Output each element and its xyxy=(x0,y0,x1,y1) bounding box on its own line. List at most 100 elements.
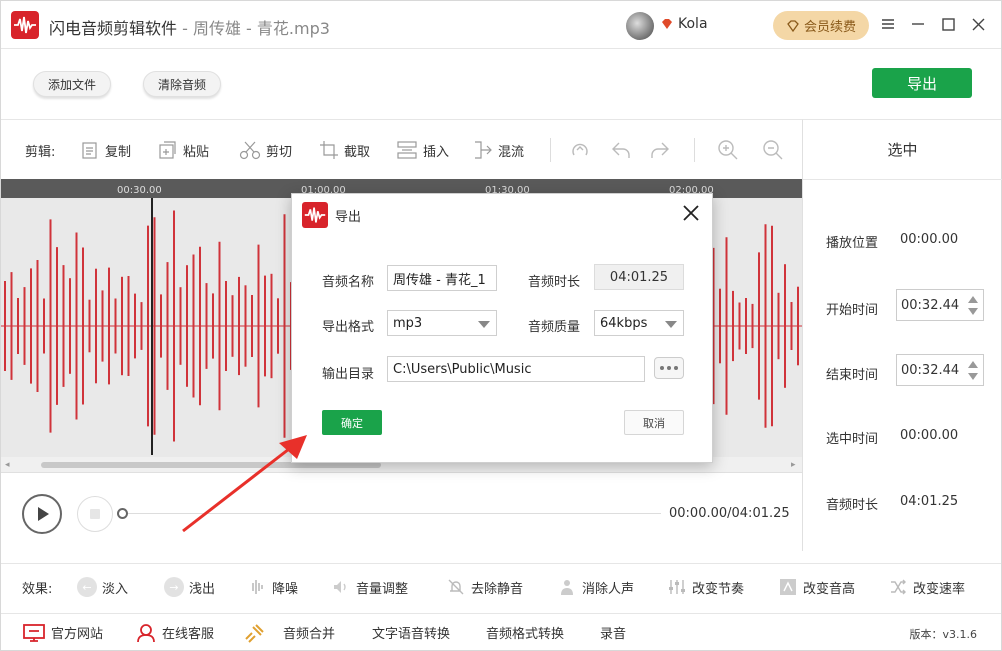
dot-icon xyxy=(667,366,671,370)
export-format-select[interactable]: mp3 xyxy=(387,310,497,336)
avatar[interactable] xyxy=(626,12,654,40)
effects-bar: 效果: ← 淡入 → 浅出 降噪 音量调整 去除静音 消除人声 改变节奏 改变音… xyxy=(1,563,1001,611)
play-position-label: 播放位置 xyxy=(826,236,879,251)
play-button[interactable] xyxy=(22,494,62,534)
audio-quality-select[interactable]: 64kbps xyxy=(594,310,684,336)
sliders-icon xyxy=(667,577,687,597)
stepper-down-icon[interactable] xyxy=(968,373,978,380)
panel-title: 选中 xyxy=(803,120,1002,180)
selected-time-value: 00:00.00 xyxy=(900,428,959,443)
browse-folder-button[interactable] xyxy=(654,357,684,379)
copy-button[interactable]: 复制 xyxy=(80,120,131,180)
progress-handle[interactable] xyxy=(117,508,128,519)
insert-button[interactable]: 插入 xyxy=(396,120,449,180)
undo-icon xyxy=(612,142,630,158)
audio-duration-label: 音频时长 xyxy=(528,275,581,290)
toolbar-divider xyxy=(694,138,695,162)
minimize-icon[interactable] xyxy=(907,13,929,35)
audio-name-label: 音频名称 xyxy=(322,275,375,290)
loop-button[interactable] xyxy=(569,120,591,180)
redo-button[interactable] xyxy=(649,120,671,180)
scroll-right-icon[interactable]: ▸ xyxy=(791,460,796,470)
speed-label: 改变速率 xyxy=(913,581,966,597)
remove-vocal-button[interactable]: 消除人声 xyxy=(557,564,634,610)
version-label: 版本：v3.1.6 xyxy=(909,628,978,641)
dialog-close-icon[interactable] xyxy=(680,202,702,224)
fade-out-label: 浅出 xyxy=(189,581,216,597)
arrow-left-icon: ← xyxy=(77,577,97,597)
close-icon[interactable] xyxy=(967,13,989,35)
selection-panel: 选中 播放位置 00:00.00 开始时间 00:32.44 结束时间 00:3… xyxy=(802,119,1002,551)
remove-vocal-label: 消除人声 xyxy=(582,581,635,597)
volume-label: 音量调整 xyxy=(356,581,409,597)
audio-merge-link[interactable]: 音频合并 xyxy=(243,614,335,651)
insert-icon xyxy=(397,141,417,159)
app-logo-icon xyxy=(11,11,39,39)
speed-button[interactable]: 改变速率 xyxy=(888,564,965,610)
tts-link[interactable]: 文字语音转换 xyxy=(372,614,450,651)
start-time-value: 00:32.44 xyxy=(901,298,960,313)
crop-button[interactable]: 截取 xyxy=(319,120,370,180)
stepper-up-icon[interactable] xyxy=(968,296,978,303)
playback-progress[interactable] xyxy=(123,513,661,514)
tempo-button[interactable]: 改变节奏 xyxy=(667,564,744,610)
audio-quality-label: 音频质量 xyxy=(528,320,581,335)
add-file-button[interactable]: 添加文件 xyxy=(33,71,111,97)
audio-duration-value: 04:01.25 xyxy=(900,494,959,509)
maximize-icon[interactable] xyxy=(937,13,959,35)
diamond-icon xyxy=(662,19,672,29)
official-website-link[interactable]: 官方网站 xyxy=(23,614,103,651)
export-dialog: 导出 音频名称 周传雄 - 青花_1 音频时长 04:01.25 导出格式 mp… xyxy=(291,193,713,463)
start-time-label: 开始时间 xyxy=(826,303,879,318)
dialog-logo-icon xyxy=(302,202,328,228)
end-time-stepper[interactable]: 00:32.44 xyxy=(896,354,984,386)
record-link[interactable]: 录音 xyxy=(600,614,626,651)
scroll-left-icon[interactable]: ◂ xyxy=(5,460,10,470)
vip-renew-button[interactable]: 会员续费 xyxy=(773,11,869,40)
crop-icon xyxy=(320,141,338,159)
file-name: - 周传雄 - 青花.mp3 xyxy=(177,19,330,38)
format-convert-link[interactable]: 音频格式转换 xyxy=(486,614,564,651)
clear-audio-button[interactable]: 清除音频 xyxy=(143,71,221,97)
end-time-label: 结束时间 xyxy=(826,368,879,383)
tempo-label: 改变节奏 xyxy=(692,581,745,597)
edit-toolbar: 剪辑: 复制 粘贴 剪切 截取 插入 混流 xyxy=(1,119,802,179)
stop-button[interactable] xyxy=(77,496,113,532)
zoom-out-button[interactable] xyxy=(762,120,784,180)
stepper-up-icon[interactable] xyxy=(968,361,978,368)
stepper-down-icon[interactable] xyxy=(968,308,978,315)
pitch-button[interactable]: 改变音高 xyxy=(778,564,855,610)
cancel-button[interactable]: 取消 xyxy=(624,410,684,435)
title-bar: 闪电音频剪辑软件 - 周传雄 - 青花.mp3 Kola 会员续费 xyxy=(1,1,1001,49)
remove-silence-button[interactable]: 去除静音 xyxy=(446,564,523,610)
online-service-link[interactable]: 在线客服 xyxy=(136,614,214,651)
start-time-stepper[interactable]: 00:32.44 xyxy=(896,289,984,321)
fade-out-button[interactable]: → 浅出 xyxy=(164,564,215,610)
dot-icon xyxy=(674,366,678,370)
insert-label: 插入 xyxy=(423,144,450,160)
confirm-button[interactable]: 确定 xyxy=(322,410,382,435)
customer-service-icon xyxy=(137,623,155,642)
cut-button[interactable]: 剪切 xyxy=(239,120,292,180)
arrow-right-icon: → xyxy=(164,577,184,597)
undo-button[interactable] xyxy=(610,120,632,180)
menu-icon[interactable] xyxy=(877,13,899,35)
volume-button[interactable]: 音量调整 xyxy=(331,564,408,610)
paste-button[interactable]: 粘贴 xyxy=(158,120,209,180)
playhead-cursor[interactable] xyxy=(151,198,153,455)
official-website-label: 官方网站 xyxy=(51,627,104,642)
shuffle-icon xyxy=(888,577,908,597)
export-button[interactable]: 导出 xyxy=(872,68,972,98)
output-dir-input[interactable]: C:\Users\Public\Music xyxy=(387,356,645,382)
diamond-outline-icon xyxy=(787,19,799,32)
zoom-in-button[interactable] xyxy=(717,120,739,180)
mix-label: 混流 xyxy=(498,144,525,160)
playback-timecode: 00:00.00/04:01.25 xyxy=(669,506,790,521)
audio-name-input[interactable]: 周传雄 - 青花_1 xyxy=(387,265,497,291)
denoise-button[interactable]: 降噪 xyxy=(247,564,298,610)
fade-in-button[interactable]: ← 淡入 xyxy=(77,564,128,610)
username[interactable]: Kola xyxy=(678,16,708,32)
copy-label: 复制 xyxy=(105,144,132,160)
pitch-label: 改变音高 xyxy=(803,581,856,597)
mix-button[interactable]: 混流 xyxy=(473,120,524,180)
